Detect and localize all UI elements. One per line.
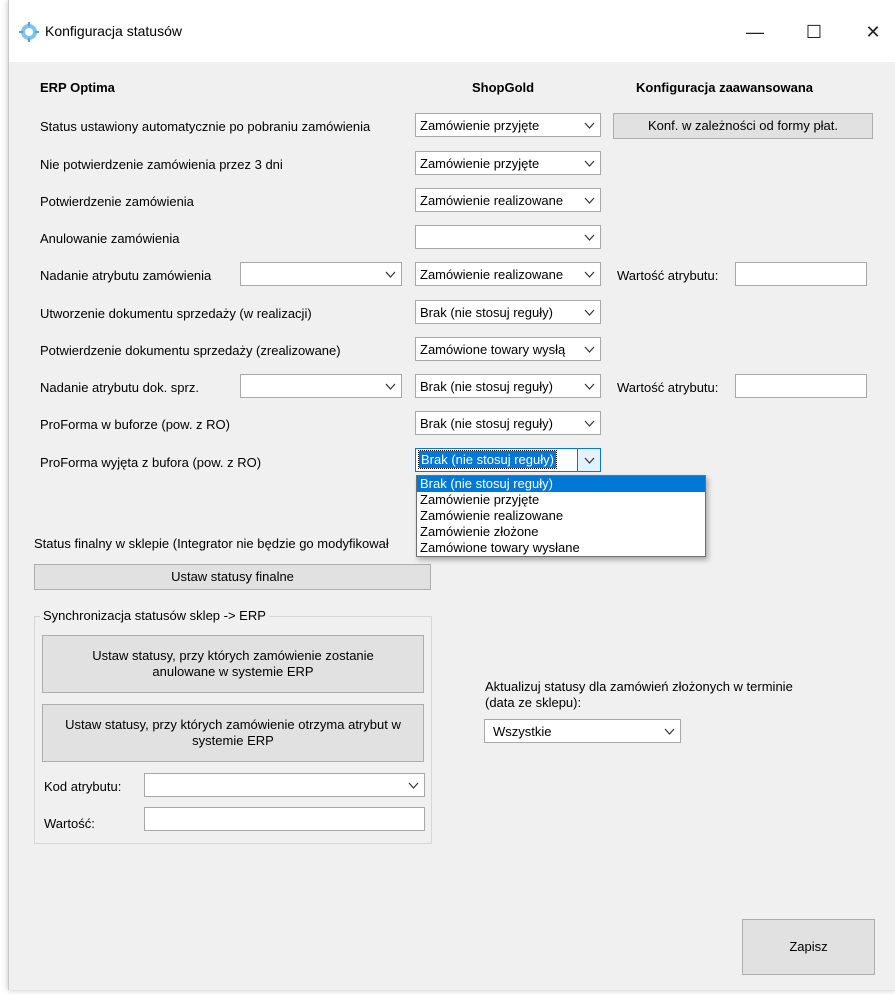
row-label: Nie potwierdzenie zamówienia przez 3 dni [40,157,283,172]
button-line: Ustaw statusy, przy których zamówienie z… [92,648,374,663]
window-title: Konfiguracja statusów [45,23,182,39]
chevron-down-icon [379,375,401,397]
chevron-down-icon [578,301,600,323]
row-label: Nadanie atrybutu zamówienia [40,268,212,283]
chevron-down-icon [578,152,600,174]
doc-attribute-select[interactable] [240,374,402,398]
dropdown-option[interactable]: Brak (nie stosuj reguły) [417,476,705,492]
row-label: Anulowanie zamówienia [40,231,180,246]
app-gear-icon [19,22,39,42]
chevron-down-icon [402,774,424,796]
dropdown-option[interactable]: Zamówienie złożone [417,524,705,540]
select-value: Zamówione towary wysłą [420,342,566,357]
select-value: Brak (nie stosuj reguły) [418,450,557,469]
final-status-label: Status finalny w sklepie (Integrator nie… [34,536,389,551]
chevron-down-icon [379,263,401,285]
minimize-button[interactable]: — [735,14,775,50]
select-value: Zamówienie przyjęte [420,118,540,133]
button-line: Ustaw statusy, przy których zamówienie o… [65,717,401,732]
order-attribute-select[interactable] [240,262,402,286]
title-bar: Konfiguracja statusów — ☐ ✕ [9,0,895,62]
doc-attribute-value-input[interactable] [735,374,867,398]
status-select[interactable]: Brak (nie stosuj reguły) [415,411,601,435]
chevron-down-icon [578,263,600,285]
status-select[interactable]: Zamówione towary wysłą [415,337,601,361]
row-label: ProForma wyjęta z bufora (pow. z RO) [40,455,262,470]
status-select[interactable]: Zamówienie realizowane [415,188,601,212]
select-value: Zamówienie realizowane [420,267,564,282]
row-label: Potwierdzenie zamówienia [40,194,194,209]
chevron-down-icon [578,338,600,360]
attribute-value-input[interactable] [144,807,425,831]
chevron-down-icon [577,449,600,471]
chevron-down-icon [578,226,600,248]
status-select[interactable]: Brak (nie stosuj reguły) [415,374,601,398]
set-attribute-statuses-button[interactable]: Ustaw statusy, przy których zamówienie o… [42,704,424,762]
dropdown-option[interactable]: Zamówione towary wysłane [417,540,705,556]
status-select[interactable]: Zamówienie przyjęte [415,113,601,137]
attribute-code-label: Kod atrybutu: [44,779,122,794]
attribute-value-label: Wartość atrybutu: [617,380,719,395]
header-advanced: Konfiguracja zaawansowana [636,80,813,95]
header-shop: ShopGold [472,80,535,95]
chevron-down-icon [658,720,680,742]
status-select[interactable] [415,225,601,249]
status-dropdown-list: Brak (nie stosuj reguły) Zamówienie przy… [416,475,706,557]
attribute-value-label: Wartość atrybutu: [617,268,719,283]
button-line: systemie ERP [192,733,274,748]
row-label: Potwierdzenie dokumentu sprzedaży (zreal… [40,343,341,358]
set-final-statuses-button[interactable]: Ustaw statusy finalne [34,564,431,590]
sync-group-title: Synchronizacja statusów sklep -> ERP [40,608,269,623]
chevron-down-icon [578,412,600,434]
dropdown-option[interactable]: Zamówienie przyjęte [417,492,705,508]
status-select[interactable]: Brak (nie stosuj reguły) [415,300,601,324]
status-select[interactable]: Zamówienie realizowane [415,262,601,286]
row-label: Nadanie atrybutu dok. sprz. [40,380,199,395]
button-line: anulowane w systemie ERP [152,664,314,679]
dropdown-option[interactable]: Zamówienie realizowane [417,508,705,524]
value-label: Wartość: [44,816,95,831]
chevron-down-icon [578,189,600,211]
save-button[interactable]: Zapisz [742,919,875,975]
select-value: Zamówienie realizowane [420,193,564,208]
update-period-select[interactable]: Wszystkie [484,719,681,743]
status-select-active[interactable]: Brak (nie stosuj reguły) [415,448,601,472]
select-value: Brak (nie stosuj reguły) [420,416,553,431]
chevron-down-icon [578,375,600,397]
update-label-line1: Aktualizuj statusy dla zamówień złożonyc… [485,679,793,694]
order-attribute-value-input[interactable] [735,262,867,286]
header-erp: ERP Optima [40,80,115,95]
maximize-button[interactable]: ☐ [794,14,834,50]
update-label-line2: (data ze sklepu): [485,695,582,710]
select-value: Zamówienie przyjęte [420,156,540,171]
close-button[interactable]: ✕ [853,14,893,50]
select-value: Brak (nie stosuj reguły) [420,305,553,320]
select-value: Brak (nie stosuj reguły) [420,379,553,394]
payment-form-config-button[interactable]: Konf. w zależności od formy płat. [613,113,873,139]
set-cancel-statuses-button[interactable]: Ustaw statusy, przy których zamówienie z… [42,635,424,693]
row-label: ProForma w buforze (pow. z RO) [40,417,230,432]
status-select[interactable]: Zamówienie przyjęte [415,151,601,175]
attribute-code-select[interactable] [144,773,425,797]
select-value: Wszystkie [493,724,552,739]
row-label: Utworzenie dokumentu sprzedaży (w realiz… [40,306,312,321]
row-label: Status ustawiony automatycznie po pobran… [40,119,371,134]
chevron-down-icon [578,114,600,136]
config-window: Konfiguracja statusów — ☐ ✕ ERP Optima S… [8,0,895,990]
